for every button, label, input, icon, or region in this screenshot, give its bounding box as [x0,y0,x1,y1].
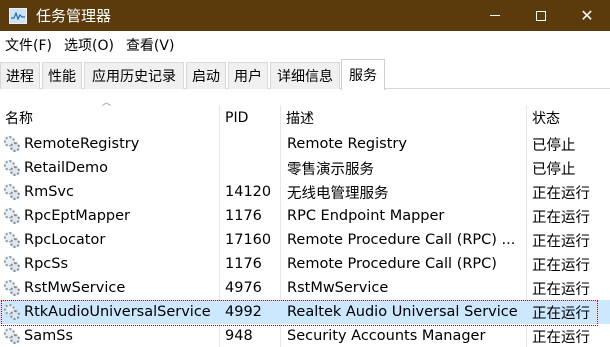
service-name: RstMwService [24,280,126,296]
service-pid: 1176 [225,208,262,224]
service-gear-icon [4,184,20,200]
close-icon: ✕ [580,5,594,25]
service-name-cell: RpcSs [0,252,219,276]
service-status: 正在运行 [532,281,590,298]
service-name: RmSvc [24,184,74,200]
service-name: RpcSs [24,256,69,272]
table-row[interactable]: RpcSs 1176 Remote Procedure Call (RPC) 正在运行 [0,252,610,276]
service-description: Remote Registry [287,136,407,152]
service-gear-icon [4,304,20,320]
service-pid [225,156,280,180]
title-bar: 任务管理器 ✕ [0,0,610,31]
tab-bar: 进程 性能 应用历史记录 启动 用户 详细信息 服务 [0,59,610,90]
tab-users[interactable]: 用户 [228,62,268,89]
table-header: 名称 PID 描述 状态 [0,105,610,131]
table-row[interactable]: RemoteRegistry Remote Registry 已停止 [0,132,610,156]
service-gear-icon [4,328,20,344]
window-title: 任务管理器 [36,7,112,25]
service-name-cell: RtkAudioUniversalService [0,300,219,324]
maximize-icon [536,10,546,21]
service-name-cell: RemoteRegistry [0,132,219,156]
service-pid: 17160 [225,232,272,248]
service-name-cell: RstMwService [0,276,219,300]
service-name-cell: RpcEptMapper [0,204,219,228]
column-header-status[interactable]: 状态 [527,105,610,131]
service-status: 正在运行 [532,329,590,346]
service-gear-icon [4,280,20,296]
maximize-button[interactable] [518,0,564,31]
service-pid [225,132,280,156]
service-description: Realtek Audio Universal Service [287,304,518,320]
minimize-icon [490,15,500,16]
table-row[interactable]: RetailDemo 零售演示服务 已停止 [0,156,610,180]
service-name: SamSs [24,328,73,344]
close-button[interactable]: ✕ [564,0,610,31]
service-description: Remote Procedure Call (RPC) [287,256,497,272]
table-row[interactable]: RpcEptMapper 1176 RPC Endpoint Mapper 正在运行 [0,204,610,228]
service-description: 零售演示服务 [287,161,374,178]
service-description: Security Accounts Manager [287,328,486,344]
service-name-cell: SamSs [0,324,219,347]
service-status: 已停止 [532,161,576,178]
table-row[interactable]: RtkAudioUniversalService 4992 Realtek Audi… [0,300,610,326]
column-header-description[interactable]: 描述 [281,105,526,131]
service-status: 正在运行 [532,305,590,322]
menu-bar: 文件(F) 选项(O) 查看(V) [0,31,610,59]
service-status: 正在运行 [532,257,590,274]
service-gear-icon [4,256,20,272]
service-pid: 948 [225,328,253,344]
service-name-cell: RetailDemo [0,156,219,180]
table-row[interactable]: RpcLocator 17160 Remote Procedure Call (RP… [0,228,610,252]
service-name: RetailDemo [24,160,109,176]
service-gear-icon [4,232,20,248]
tab-app-history[interactable]: 应用历史记录 [84,62,184,89]
service-description: 无线电管理服务 [287,185,389,202]
service-status: 正在运行 [532,185,590,202]
service-status: 已停止 [532,137,576,154]
table-row[interactable]: RmSvc 14120 无线电管理服务 正在运行 [0,180,610,204]
service-pid: 1176 [225,256,262,272]
column-header-pid[interactable]: PID [220,105,280,131]
service-gear-icon [4,160,20,176]
service-gear-icon [4,208,20,224]
tab-services[interactable]: 服务 [341,59,385,90]
service-description: RstMwService [287,280,389,296]
task-manager-icon [9,7,27,24]
tab-performance[interactable]: 性能 [42,62,82,89]
service-description: Remote Procedure Call (RPC) ... [287,232,516,248]
service-pid: 4992 [225,304,262,320]
service-pid: 4976 [225,280,262,296]
service-gear-icon [4,136,20,152]
service-name: RtkAudioUniversalService [24,304,211,320]
menu-file[interactable]: 文件(F) [0,35,58,55]
menu-view[interactable]: 查看(V) [120,35,181,55]
service-description: RPC Endpoint Mapper [287,208,445,224]
menu-options[interactable]: 选项(O) [58,35,120,55]
service-status: 正在运行 [532,233,590,250]
tab-processes[interactable]: 进程 [0,62,40,89]
service-name: RemoteRegistry [24,136,140,152]
column-header-name[interactable]: 名称 [0,105,219,131]
service-name: RpcLocator [24,232,106,248]
tab-details[interactable]: 详细信息 [270,62,340,89]
service-status: 正在运行 [532,209,590,226]
table-row[interactable]: RstMwService 4976 RstMwService 正在运行 [0,276,610,300]
tab-startup[interactable]: 启动 [186,62,226,89]
minimize-button[interactable] [472,0,518,31]
service-pid: 14120 [225,184,272,200]
table-row[interactable]: SamSs 948 Security Accounts Manager 正在运行 [0,324,610,347]
service-name: RpcEptMapper [24,208,130,224]
service-name-cell: RpcLocator [0,228,219,252]
service-name-cell: RmSvc [0,180,219,204]
